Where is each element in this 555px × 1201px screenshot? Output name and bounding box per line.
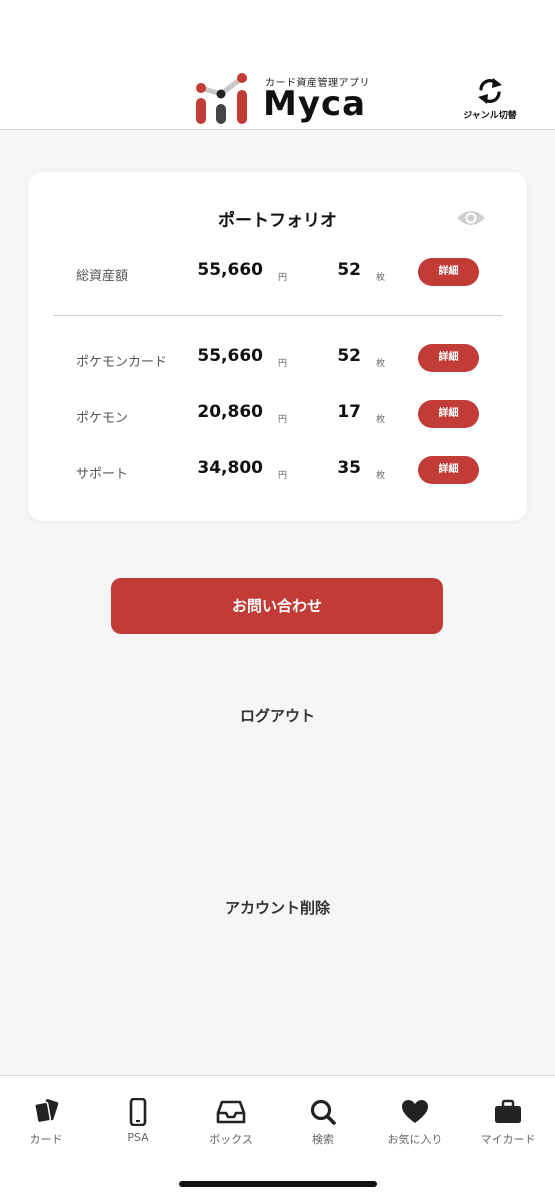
- divider: [53, 315, 502, 316]
- briefcase-icon: [495, 1099, 521, 1123]
- category-count: 35: [337, 458, 361, 478]
- yen-unit: 円: [278, 359, 288, 369]
- search-icon: [310, 1099, 336, 1125]
- app-logo: カード資産管理アプリ Myca: [195, 72, 370, 128]
- total-assets-label: 総資産額: [76, 269, 129, 284]
- tab-label: 検索: [312, 1133, 334, 1146]
- portfolio-row: ポケモンカード 55,660 円 52 枚 詳細: [28, 344, 527, 374]
- refresh-icon: [478, 78, 502, 104]
- tab-my-cards[interactable]: マイカード: [462, 1098, 554, 1147]
- myca-logo-icon: [196, 73, 247, 124]
- portfolio-row: ポケモン 20,860 円 17 枚 詳細: [28, 400, 527, 430]
- total-detail-button[interactable]: 詳細: [418, 258, 479, 286]
- total-assets-row: 総資産額 55,660 円 52 枚 詳細: [28, 258, 527, 288]
- category-amount: 34,800: [197, 458, 263, 478]
- genre-switch-button[interactable]: ジャンル切替: [458, 76, 522, 126]
- total-card-count: 52: [337, 260, 361, 280]
- category-label: ポケモン: [76, 411, 129, 426]
- category-label: サポート: [76, 467, 129, 482]
- count-unit: 枚: [376, 471, 386, 481]
- detail-button[interactable]: 詳細: [418, 400, 479, 428]
- tab-label: PSA: [127, 1131, 149, 1144]
- detail-button[interactable]: 詳細: [418, 344, 479, 372]
- contact-button[interactable]: お問い合わせ: [111, 578, 443, 634]
- yen-unit: 円: [278, 415, 288, 425]
- portfolio-card: ポートフォリオ 総資産額 55,660 円 52 枚 詳細 ポケモンカード 55…: [28, 172, 527, 521]
- tab-box[interactable]: ボックス: [185, 1098, 277, 1147]
- count-unit: 枚: [376, 273, 386, 283]
- cards-icon: [34, 1099, 59, 1124]
- yen-unit: 円: [278, 471, 288, 481]
- genre-switch-label: ジャンル切替: [463, 111, 517, 121]
- inbox-icon: [216, 1100, 246, 1124]
- tab-favorites[interactable]: お気に入り: [369, 1098, 461, 1147]
- category-amount: 55,660: [197, 346, 263, 366]
- category-label: ポケモンカード: [76, 355, 168, 370]
- category-amount: 20,860: [197, 402, 263, 422]
- portfolio-title: ポートフォリオ: [218, 211, 337, 231]
- phone-icon: [129, 1098, 147, 1126]
- yen-unit: 円: [278, 273, 288, 283]
- count-unit: 枚: [376, 359, 386, 369]
- tab-search[interactable]: 検索: [277, 1098, 369, 1147]
- logo-name: Myca: [263, 84, 367, 124]
- tab-label: マイカード: [480, 1133, 536, 1146]
- eye-icon[interactable]: [456, 208, 486, 228]
- category-count: 17: [337, 402, 361, 422]
- delete-account-link[interactable]: アカウント削除: [0, 897, 555, 918]
- logout-link[interactable]: ログアウト: [0, 705, 555, 726]
- portfolio-row: サポート 34,800 円 35 枚 詳細: [28, 456, 527, 486]
- home-indicator: [179, 1181, 377, 1187]
- tab-label: カード: [29, 1133, 63, 1146]
- app-header: カード資産管理アプリ Myca ジャンル切替: [0, 0, 555, 130]
- category-count: 52: [337, 346, 361, 366]
- tab-psa[interactable]: PSA: [92, 1098, 184, 1144]
- tab-label: お気に入り: [387, 1133, 443, 1146]
- total-assets-amount: 55,660: [197, 260, 263, 280]
- tab-label: ボックス: [209, 1133, 253, 1146]
- count-unit: 枚: [376, 415, 386, 425]
- detail-button[interactable]: 詳細: [418, 456, 479, 484]
- heart-icon: [402, 1100, 428, 1123]
- tab-cards[interactable]: カード: [0, 1098, 92, 1147]
